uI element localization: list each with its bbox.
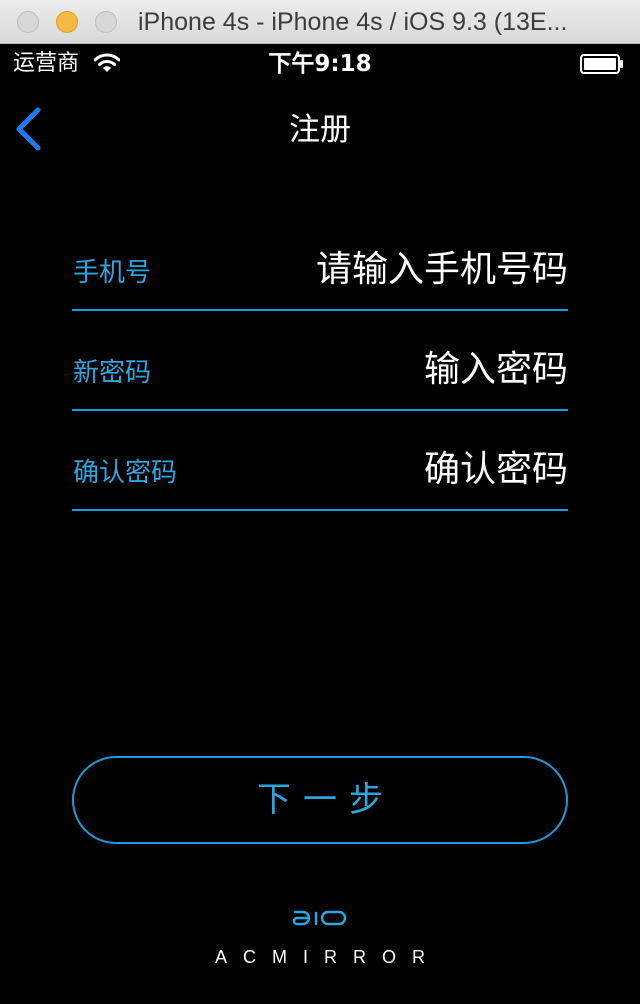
simulator-title-bar: iPhone 4s - iPhone 4s / iOS 9.3 (13E... [0,0,640,44]
confirm-password-row: 确认密码 [72,431,568,511]
window-zoom-button[interactable] [95,11,117,33]
aio-logo-icon [290,906,350,932]
brand-wordmark: ACMIRROR [215,947,441,967]
confirm-password-label: 确认密码 [73,458,178,488]
navigation-bar: 注册 [0,84,640,176]
phone-row: 手机号 [72,231,568,311]
phone-input[interactable] [248,245,568,295]
status-time: 下午9:18 [268,51,372,77]
window-title: iPhone 4s - iPhone 4s / iOS 9.3 (13E... [138,8,568,36]
window-close-button[interactable] [17,11,39,33]
new-password-input[interactable] [248,345,568,395]
battery-icon [580,54,624,74]
new-password-row: 新密码 [72,331,568,411]
confirm-password-input[interactable] [248,445,568,495]
status-bar: 运营商 下午9:18 [0,44,640,84]
window-minimize-button[interactable] [56,11,78,33]
page-title: 注册 [289,112,351,148]
phone-label: 手机号 [73,258,152,288]
new-password-label: 新密码 [73,358,152,388]
next-step-button[interactable]: 下一步 [72,756,568,844]
